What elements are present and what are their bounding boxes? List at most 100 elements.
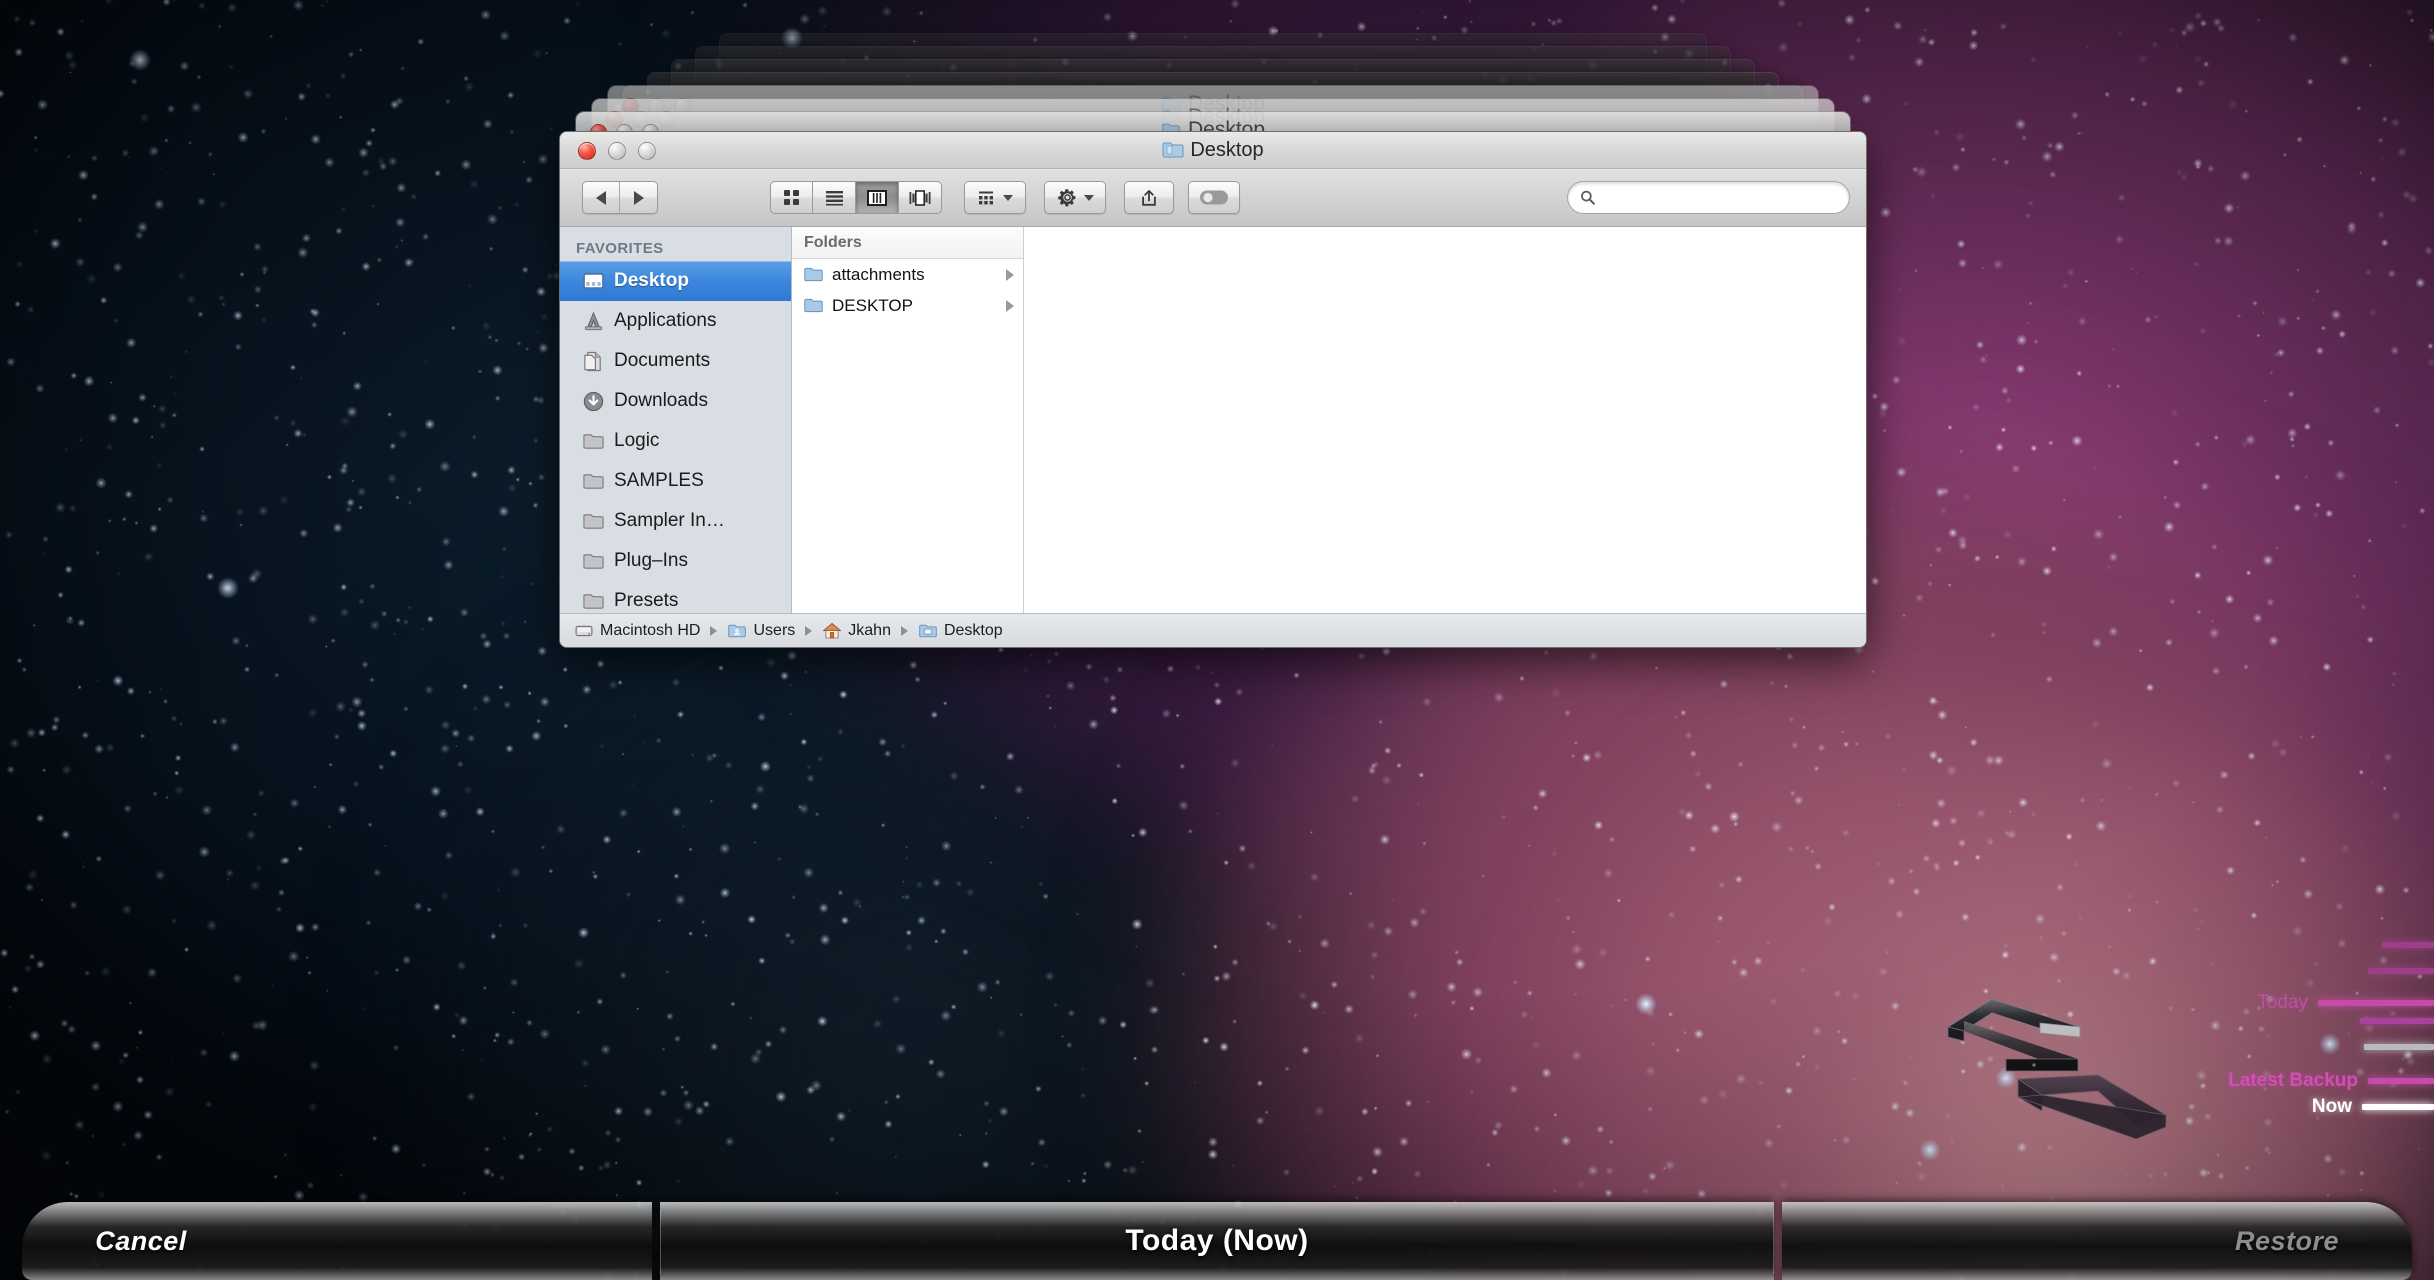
sidebar-item-samples[interactable]: SAMPLES xyxy=(560,461,791,501)
column-view-icon xyxy=(867,189,887,206)
timeline-tick[interactable] xyxy=(2364,1044,2434,1050)
timeline-tick[interactable] xyxy=(2318,1000,2434,1006)
view-mode-segmented-control xyxy=(770,181,942,214)
coverflow-view-button[interactable] xyxy=(899,181,942,214)
folder-row[interactable]: attachments xyxy=(792,259,1023,290)
timeline-label: Latest Backup xyxy=(2228,1070,2358,1091)
tag-pill-icon xyxy=(1200,190,1228,205)
folder-icon xyxy=(582,510,605,533)
current-snapshot-label: Today (Now) xyxy=(1125,1224,1309,1257)
path-item-label: Users xyxy=(753,621,796,639)
folder-row[interactable]: DESKTOP xyxy=(792,290,1023,321)
timeline-tick[interactable] xyxy=(2368,968,2434,974)
path-separator-icon xyxy=(710,625,718,636)
navigation-buttons xyxy=(582,181,658,214)
folder-row-label: attachments xyxy=(832,264,925,284)
sidebar-item-plug-ins[interactable]: Plug–Ins xyxy=(560,541,791,581)
folders-column: Folders attachments DESKTOP xyxy=(792,227,1024,613)
forward-button[interactable] xyxy=(620,182,657,213)
list-view-icon xyxy=(825,191,843,206)
path-bar: Macintosh HD Users Jkahn Desktop xyxy=(560,613,1866,647)
folder-icon xyxy=(803,295,824,316)
harddisk-icon xyxy=(574,621,594,641)
icon-view-button[interactable] xyxy=(770,181,813,214)
timeline-tick[interactable] xyxy=(2382,942,2434,948)
column-header: Folders xyxy=(792,227,1023,259)
desktop-icon xyxy=(582,270,605,293)
timeline-tick[interactable] xyxy=(2368,1078,2434,1084)
sidebar-item-label: Desktop xyxy=(614,270,689,291)
sidebar-item-applications[interactable]: Applications xyxy=(560,301,791,341)
tags-button[interactable] xyxy=(1188,181,1240,214)
window-title: Desktop xyxy=(560,139,1866,162)
path-item-jkahn[interactable]: Jkahn xyxy=(822,621,891,641)
timeline-tick-row[interactable] xyxy=(2368,968,2434,974)
sidebar-item-documents[interactable]: Documents xyxy=(560,341,791,381)
path-item-users[interactable]: Users xyxy=(727,621,795,641)
folder-icon xyxy=(582,550,605,573)
arrange-icon xyxy=(979,191,993,205)
desktop-folder-icon xyxy=(918,621,938,641)
finder-sidebar: FAVORITES Desktop Applications Documents Dow… xyxy=(560,227,792,613)
home-icon xyxy=(822,621,842,641)
gear-icon xyxy=(1057,189,1075,207)
column-browser: Folders attachments DESKTOP xyxy=(792,227,1866,613)
back-button[interactable] xyxy=(583,182,620,213)
disclosure-triangle-icon xyxy=(1006,268,1014,281)
coverflow-view-icon xyxy=(909,189,931,206)
folder-list: attachments DESKTOP xyxy=(792,259,1023,321)
action-menu-button[interactable] xyxy=(1044,181,1106,214)
window-titlebar: Desktop xyxy=(560,132,1866,169)
search-field[interactable] xyxy=(1567,181,1850,214)
timeline-tick[interactable] xyxy=(2362,1104,2434,1110)
sidebar-item-label: Applications xyxy=(614,310,717,331)
sidebar-item-desktop[interactable]: Desktop xyxy=(560,261,791,301)
forward-arrow-icon xyxy=(633,190,644,205)
timeline-label: Now xyxy=(2311,1096,2352,1117)
disclosure-triangle-icon xyxy=(1006,299,1014,312)
timeline-tick-row[interactable]: Latest Backup xyxy=(2228,1070,2434,1092)
search-input[interactable] xyxy=(1603,188,1837,207)
path-separator-icon xyxy=(805,625,813,636)
time-machine-timeline[interactable]: Today Latest Backup Now xyxy=(2228,940,2434,1190)
folder-icon xyxy=(803,264,824,285)
sidebar-item-presets[interactable]: Presets xyxy=(560,581,791,613)
restore-label: Restore xyxy=(2234,1225,2340,1256)
restore-button[interactable]: Restore xyxy=(1782,1202,2412,1280)
sidebar-item-sampler-in[interactable]: Sampler In… xyxy=(560,501,791,541)
finder-toolbar xyxy=(560,169,1866,227)
folder-icon xyxy=(582,590,605,613)
arrow-lower xyxy=(2016,1074,2168,1140)
list-view-button[interactable] xyxy=(813,181,856,214)
cancel-button[interactable]: Cancel xyxy=(22,1202,652,1280)
sidebar-item-logic[interactable]: Logic xyxy=(560,421,791,461)
cancel-label: Cancel xyxy=(95,1225,187,1256)
path-separator-icon xyxy=(900,625,908,636)
arrow-upper xyxy=(1946,998,2082,1072)
path-item-desktop[interactable]: Desktop xyxy=(918,621,1003,641)
back-in-time-arrows-icon[interactable] xyxy=(1930,975,2220,1150)
arrange-button[interactable] xyxy=(964,181,1026,214)
sidebar-item-label: Documents xyxy=(614,350,711,371)
path-item-label: Jkahn xyxy=(848,621,891,639)
sidebar-item-downloads[interactable]: Downloads xyxy=(560,381,791,421)
back-arrow-icon xyxy=(596,190,606,205)
applications-icon xyxy=(582,310,605,333)
share-button[interactable] xyxy=(1124,181,1174,214)
timeline-tick-row[interactable] xyxy=(2382,942,2434,948)
users-folder-icon xyxy=(727,621,747,641)
timeline-tick-row[interactable]: Today xyxy=(2257,992,2434,1014)
current-snapshot-indicator: Today (Now) xyxy=(660,1202,1774,1280)
sidebar-section-header: FAVORITES xyxy=(576,240,664,257)
timeline-tick-row[interactable] xyxy=(2364,1044,2434,1050)
folder-icon xyxy=(582,430,605,453)
path-item-macintosh-hd[interactable]: Macintosh HD xyxy=(574,621,700,641)
timeline-tick-row[interactable] xyxy=(2360,1018,2434,1024)
preview-column xyxy=(1024,227,1866,613)
timeline-tick-row[interactable]: Now xyxy=(2312,1096,2434,1118)
timeline-tick[interactable] xyxy=(2360,1018,2434,1024)
time-machine-bottom-bar: Cancel Today (Now) Restore xyxy=(0,1202,2434,1280)
downloads-icon xyxy=(582,390,605,413)
chevron-down-icon xyxy=(1083,194,1094,201)
column-view-button[interactable] xyxy=(856,181,899,214)
